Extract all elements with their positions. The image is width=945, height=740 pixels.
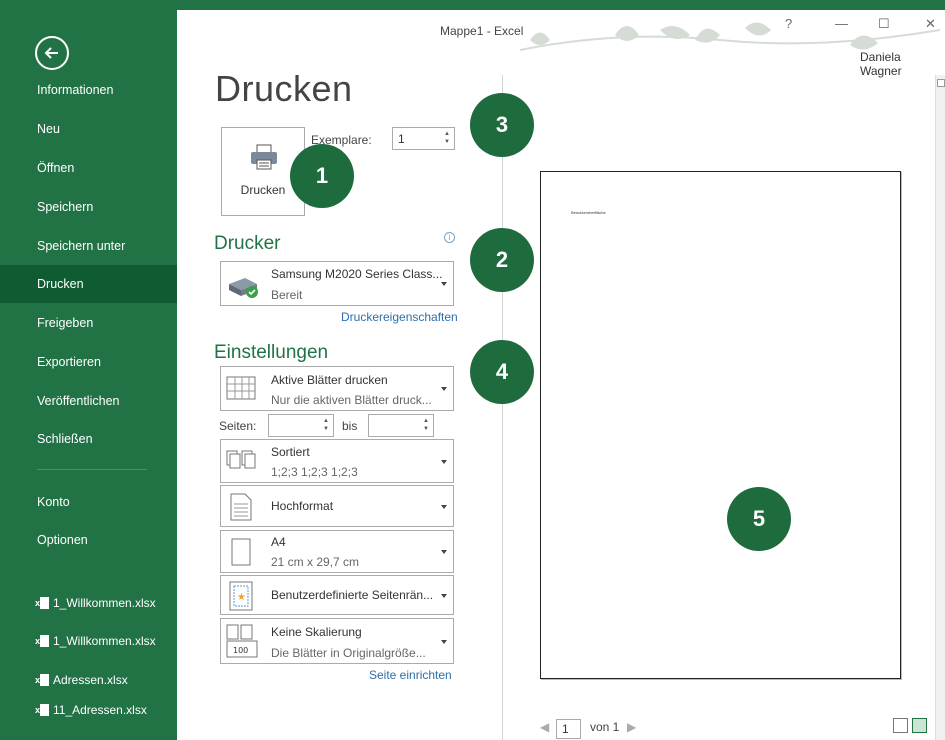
next-page-button[interactable]: ▶: [627, 720, 636, 734]
callout-3: 3: [470, 93, 534, 157]
orientation-title: Hochformat: [271, 499, 334, 513]
info-icon[interactable]: i: [444, 232, 455, 243]
to-label: bis: [342, 419, 358, 433]
excel-file-icon: [35, 590, 49, 616]
stepper-arrows-icon[interactable]: ▲ ▼: [323, 417, 329, 433]
excel-file-icon: [35, 628, 49, 654]
scroll-up-icon[interactable]: [937, 79, 945, 87]
scaling-sub: Die Blätter in Originalgröße...: [271, 646, 426, 660]
printer-icon: [251, 144, 277, 170]
collate-select[interactable]: Sortiert 1;2;3 1;2;3 1;2;3: [220, 439, 454, 483]
scaling-icon: 100: [226, 624, 258, 658]
page-title: Drucken: [215, 68, 353, 109]
collate-sub: 1;2;3 1;2;3 1;2;3: [271, 465, 358, 479]
nav-veroeffentlichen[interactable]: Veröffentlichen: [0, 382, 177, 420]
excel-file-icon: [35, 667, 49, 693]
print-what-title: Aktive Blätter drucken: [271, 373, 388, 387]
panel-divider: [502, 75, 503, 740]
chevron-down-icon: [441, 594, 447, 598]
minimize-button[interactable]: —: [835, 16, 848, 31]
collate-title: Sortiert: [271, 445, 310, 459]
pages-to-input[interactable]: ▲ ▼: [368, 414, 434, 437]
preview-scrollbar[interactable]: [935, 75, 945, 740]
print-preview-page: Benutzeroberfläche: [540, 171, 901, 679]
paper-title: A4: [271, 535, 286, 549]
user-name[interactable]: Daniela Wagner: [860, 50, 945, 78]
sheet-grid-icon: [226, 376, 256, 400]
orientation-select[interactable]: Hochformat: [220, 485, 454, 527]
printer-ready-icon: [229, 278, 258, 298]
prev-page-button[interactable]: ◀: [540, 720, 549, 734]
nav-freigeben[interactable]: Freigeben: [0, 304, 177, 342]
help-button[interactable]: ?: [785, 16, 792, 31]
stepper-arrows-icon[interactable]: ▲ ▼: [423, 417, 429, 433]
paper-icon: [231, 538, 251, 566]
recent-file[interactable]: 11_Adressen.xlsx: [0, 697, 177, 723]
scaling-title: Keine Skalierung: [271, 625, 362, 639]
printer-name: Samsung M2020 Series Class...: [271, 267, 443, 281]
settings-heading: Einstellungen: [214, 342, 329, 363]
pages-label: Seiten:: [219, 419, 257, 433]
chevron-down-icon: [441, 640, 447, 644]
printer-properties-link[interactable]: Druckereigenschaften: [341, 310, 458, 324]
nav-drucken[interactable]: Drucken: [0, 265, 177, 303]
svg-text:★: ★: [237, 592, 246, 603]
recent-file[interactable]: 1_Willkommen.xlsx: [0, 628, 177, 654]
chevron-down-icon: [441, 550, 447, 554]
title-bar-accent: [177, 0, 945, 10]
page-count-label: von 1: [590, 720, 620, 734]
recent-file[interactable]: Adressen.xlsx: [0, 667, 177, 693]
margins-select[interactable]: ★ Benutzerdefinierte Seitenrän...: [220, 575, 454, 615]
close-button[interactable]: ✕: [925, 16, 936, 32]
margins-title: Benutzerdefinierte Seitenrän...: [271, 588, 434, 602]
nav-speichern[interactable]: Speichern: [0, 188, 177, 226]
back-arrow-icon[interactable]: [35, 36, 69, 70]
page-number-input[interactable]: 1: [556, 719, 581, 739]
callout-4: 4: [470, 340, 534, 404]
nav-speichern-unter[interactable]: Speichern unter: [0, 227, 177, 265]
callout-2: 2: [470, 228, 534, 292]
print-what-select[interactable]: Aktive Blätter drucken Nur die aktiven B…: [220, 366, 454, 411]
callout-1: 1: [290, 144, 354, 208]
scaling-select[interactable]: 100 Keine Skalierung Die Blätter in Orig…: [220, 618, 454, 664]
nav-schliessen[interactable]: Schließen: [0, 420, 177, 458]
nav-neu[interactable]: Neu: [0, 110, 177, 148]
stepper-arrows-icon[interactable]: ▲ ▼: [444, 130, 450, 146]
chevron-down-icon: [441, 387, 447, 391]
chevron-down-icon: [441, 282, 447, 286]
paper-size-select[interactable]: A4 21 cm x 29,7 cm: [220, 530, 454, 573]
copies-stepper[interactable]: 1 ▲ ▼: [392, 127, 455, 150]
preview-page-text: Benutzeroberfläche: [571, 210, 606, 215]
print-what-sub: Nur die aktiven Blätter druck...: [271, 393, 432, 407]
nav-optionen[interactable]: Optionen: [0, 521, 177, 559]
margins-icon: ★: [229, 581, 253, 611]
excel-file-icon: [35, 697, 49, 723]
chevron-down-icon: [441, 460, 447, 464]
maximize-button[interactable]: ☐: [878, 16, 890, 32]
show-margins-icon[interactable]: [893, 718, 908, 733]
printer-select[interactable]: Samsung M2020 Series Class... Bereit: [220, 261, 454, 306]
printer-status: Bereit: [271, 288, 303, 302]
backstage-sidebar: Informationen Neu Öffnen Speichern Speic…: [0, 0, 177, 740]
sidebar-divider: [37, 469, 147, 470]
collate-pages-icon: [226, 450, 256, 469]
paper-sub: 21 cm x 29,7 cm: [271, 555, 360, 569]
pages-from-input[interactable]: ▲ ▼: [268, 414, 334, 437]
portrait-page-icon: [230, 493, 252, 521]
callout-5: 5: [727, 487, 791, 551]
nav-oeffnen[interactable]: Öffnen: [0, 149, 177, 187]
chevron-down-icon: [441, 505, 447, 509]
nav-informationen[interactable]: Informationen: [0, 71, 177, 109]
recent-file[interactable]: 1_Willkommen.xlsx: [0, 590, 177, 616]
printer-heading: Drucker: [214, 233, 281, 254]
svg-text:100: 100: [233, 646, 248, 655]
zoom-to-page-icon[interactable]: [912, 718, 927, 733]
nav-exportieren[interactable]: Exportieren: [0, 343, 177, 381]
nav-konto[interactable]: Konto: [0, 483, 177, 521]
window-title: Mappe1 - Excel: [440, 24, 524, 38]
page-setup-link[interactable]: Seite einrichten: [369, 668, 452, 682]
